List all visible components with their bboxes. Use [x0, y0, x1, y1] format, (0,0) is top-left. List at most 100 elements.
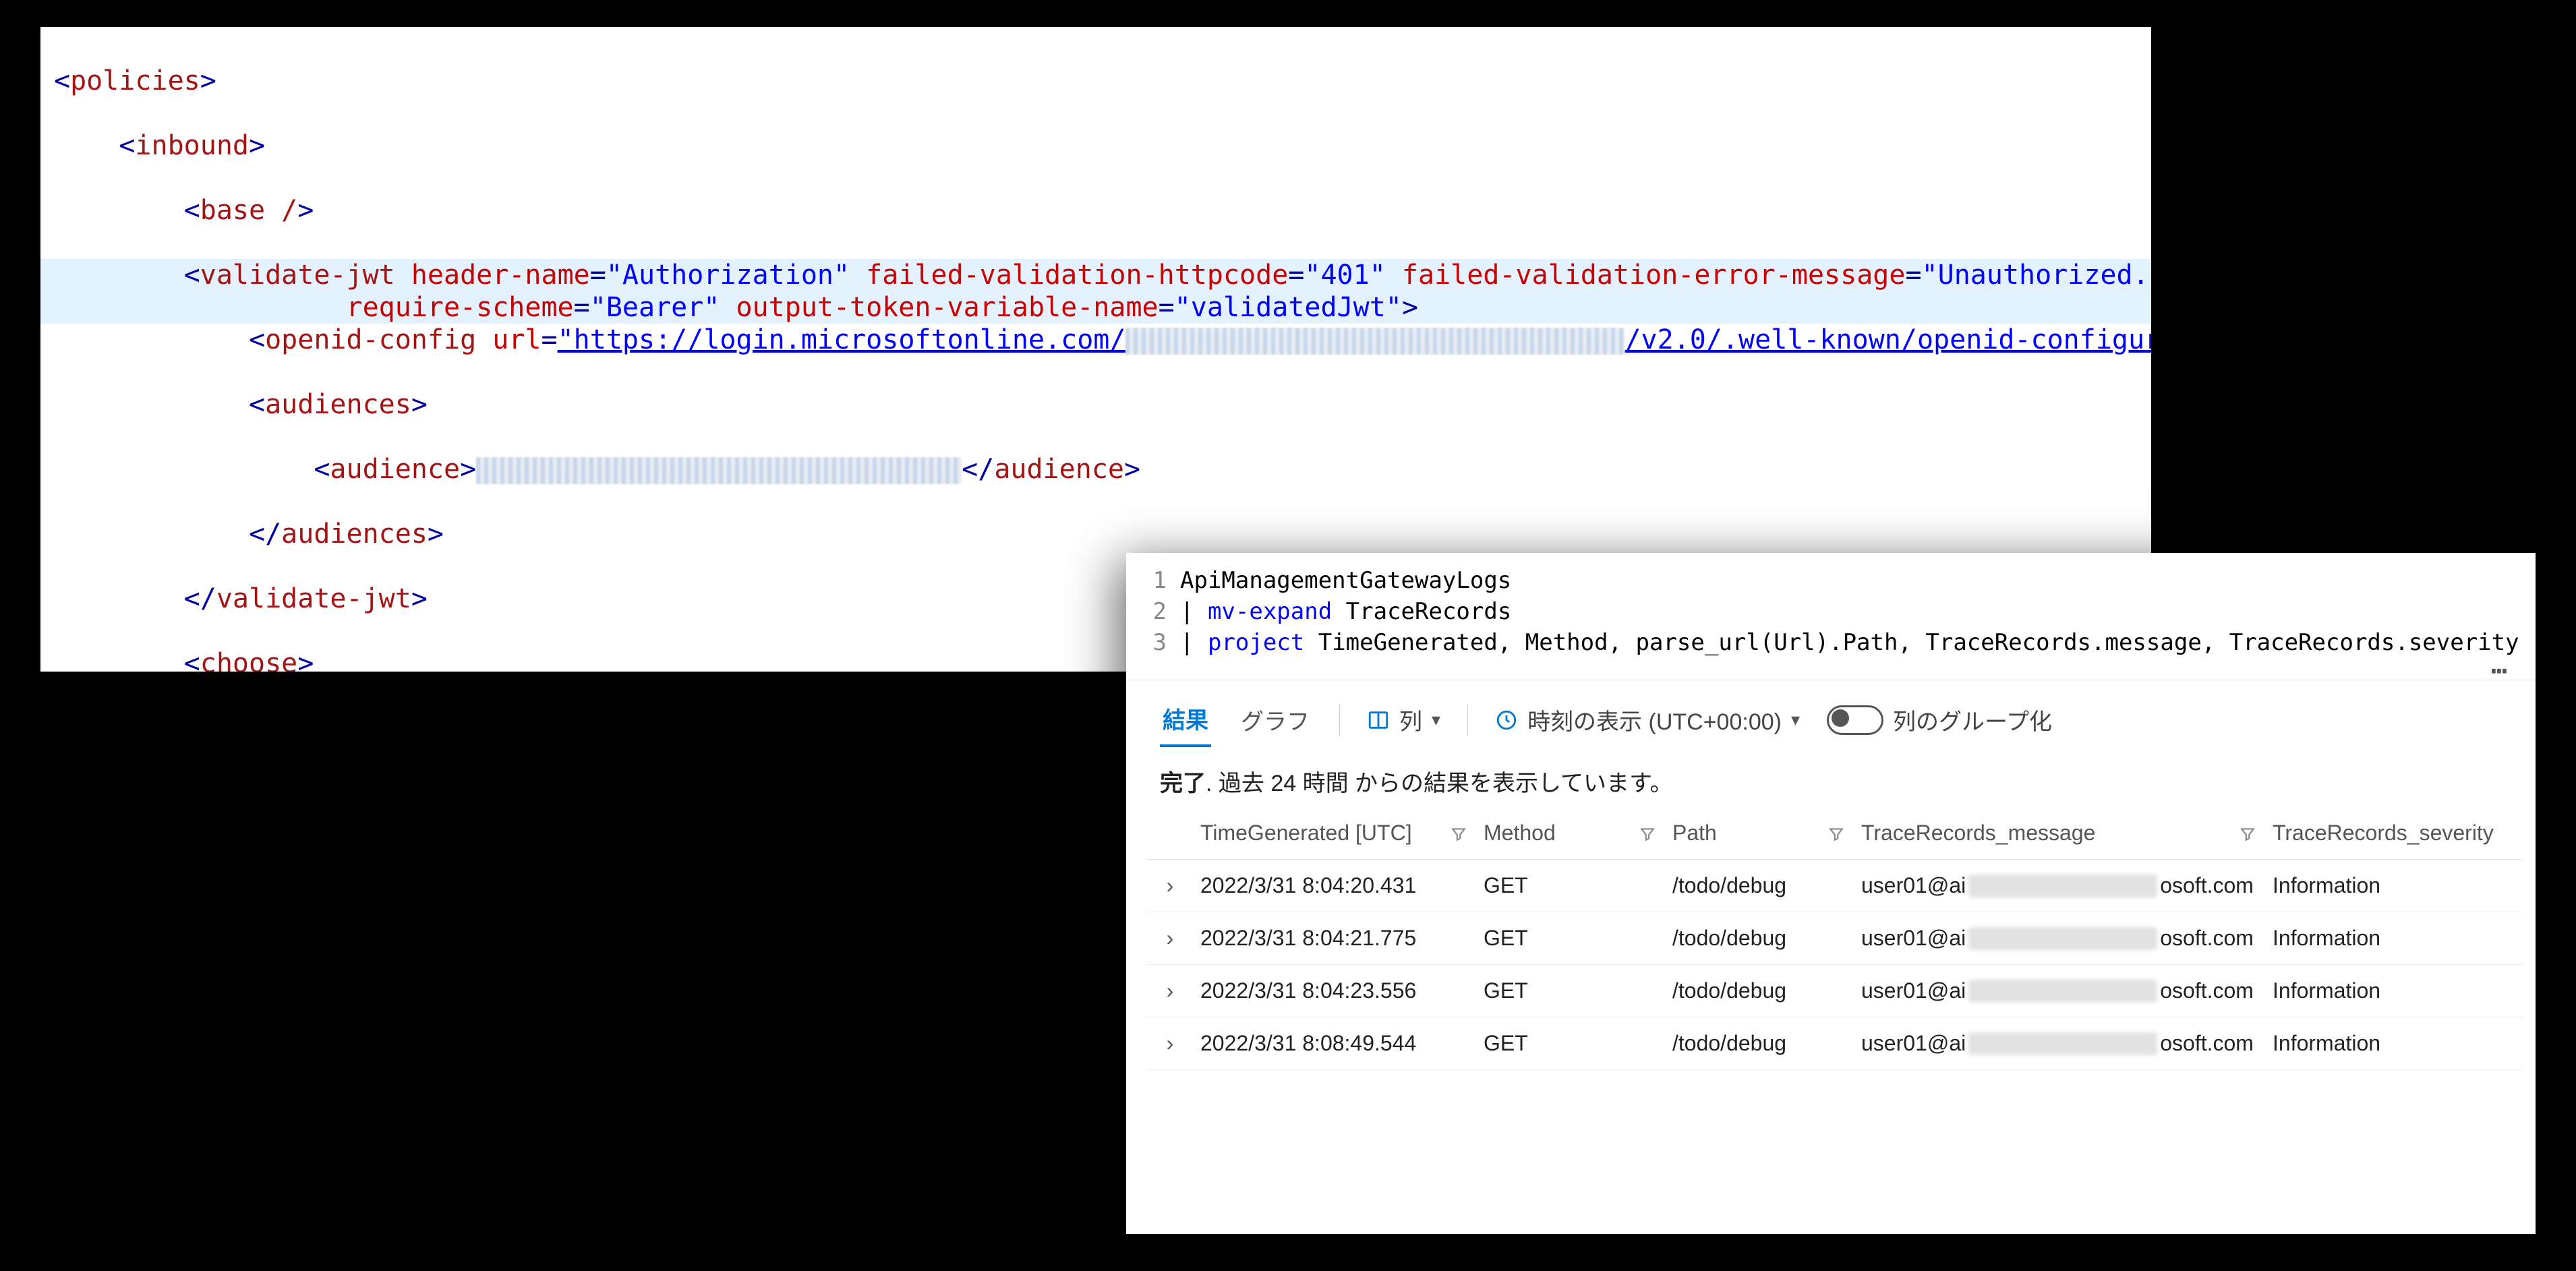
line-number: 3	[1126, 627, 1180, 658]
cell-severity: Information	[2266, 1017, 2522, 1070]
attr-failmsg: failed-validation-error-message	[1402, 260, 1906, 291]
cell-message: user01@aiosoft.com	[1854, 860, 2266, 912]
col-path[interactable]: Path	[1672, 821, 1717, 845]
cell-path: /todo/debug	[1666, 1017, 1854, 1070]
tag-validate-jwt-close: validate-jwt	[216, 583, 411, 614]
tag-audience-close: audience	[994, 454, 1124, 485]
attr-output-var: output-token-variable-name	[736, 292, 1158, 323]
val-openid-url-pre: "https://login.microsoftonline.com/	[558, 324, 1126, 355]
cell-path: /todo/debug	[1666, 860, 1854, 912]
chevron-down-icon: ▾	[1791, 709, 1800, 730]
tag-openid-config: openid-config	[265, 324, 476, 355]
cell-severity: Information	[2266, 965, 2522, 1017]
status-done: 完了	[1160, 771, 1206, 796]
redacted-domain	[1968, 927, 2157, 950]
query-pipe: |	[1180, 598, 1208, 625]
status-rest: . 過去 24 時間 からの結果を表示しています。	[1206, 771, 1673, 796]
line-number: 2	[1126, 596, 1180, 627]
kw-mv-expand: mv-expand	[1208, 598, 1332, 625]
redacted-domain	[1968, 980, 2157, 1003]
col-time[interactable]: TimeGenerated [UTC]	[1200, 821, 1412, 845]
col-severity[interactable]: TraceRecords_severity	[2273, 821, 2494, 845]
tag-validate-jwt: validate-jwt	[200, 260, 395, 291]
attr-require-scheme: require-scheme	[346, 292, 573, 323]
filter-icon[interactable]	[1827, 823, 1845, 848]
tag-choose-open: choose	[200, 648, 298, 672]
tab-results[interactable]: 結果	[1160, 692, 1211, 747]
toggle-icon	[1827, 705, 1883, 735]
cell-time: 2022/3/31 8:08:49.544	[1194, 1017, 1477, 1070]
tag-audiences-open: audiences	[265, 389, 411, 420]
redacted-audience	[476, 457, 962, 484]
separator	[1467, 705, 1468, 736]
attr-failcode: failed-validation-httpcode	[866, 260, 1288, 291]
col-message[interactable]: TraceRecords_message	[1861, 821, 2095, 845]
cell-time: 2022/3/31 8:04:20.431	[1194, 860, 1477, 912]
tag-inbound: inbound	[135, 130, 249, 161]
cell-method: GET	[1477, 860, 1666, 912]
results-grid: TimeGenerated [UTC] Method Path TraceRec…	[1126, 807, 2536, 1234]
separator	[1339, 705, 1340, 736]
val-header-name: "Authorization"	[606, 260, 850, 291]
cell-method: GET	[1477, 912, 1666, 965]
expand-row-icon[interactable]: ›	[1146, 912, 1194, 965]
query-pipe: |	[1180, 629, 1208, 656]
query-line-3-rest: TimeGenerated, Method, parse_url(Url).Pa…	[1304, 629, 2519, 656]
cell-path: /todo/debug	[1666, 965, 1854, 1017]
val-failcode: "401"	[1304, 260, 1385, 291]
cell-time: 2022/3/31 8:04:23.556	[1194, 965, 1477, 1017]
attr-openid-url: url	[492, 324, 541, 355]
filter-icon[interactable]	[1639, 823, 1656, 848]
val-failmsg: "Unauthorized. Access token	[1922, 260, 2151, 291]
cell-severity: Information	[2266, 860, 2522, 912]
columns-label: 列	[1399, 703, 1422, 736]
cell-path: /todo/debug	[1666, 912, 1854, 965]
tab-graph[interactable]: グラフ	[1238, 694, 1312, 746]
redacted-domain	[1968, 1032, 2157, 1055]
cell-method: GET	[1477, 1017, 1666, 1070]
table-row[interactable]: ›2022/3/31 8:08:49.544GET/todo/debuguser…	[1146, 1017, 2522, 1070]
tag-base: base /	[200, 195, 298, 226]
attr-header-name: header-name	[411, 260, 590, 291]
columns-icon	[1367, 709, 1390, 732]
filter-icon[interactable]	[2239, 823, 2256, 848]
log-analytics-panel: 1ApiManagementGatewayLogs 2| mv-expand T…	[1126, 553, 2536, 1234]
query-line-2-rest: TraceRecords	[1332, 598, 1511, 625]
redacted-domain	[1968, 875, 2157, 897]
group-columns-toggle[interactable]: 列のグループ化	[1827, 703, 2052, 736]
cell-message: user01@aiosoft.com	[1854, 912, 2266, 965]
cell-message: user01@aiosoft.com	[1854, 965, 2266, 1017]
col-method[interactable]: Method	[1484, 821, 1556, 845]
table-row[interactable]: ›2022/3/31 8:04:20.431GET/todo/debuguser…	[1146, 860, 2522, 912]
query-status: 完了. 過去 24 時間 からの結果を表示しています。	[1126, 747, 2536, 807]
tag-audiences-close: audiences	[281, 519, 428, 550]
group-columns-label: 列のグループ化	[1893, 703, 2052, 736]
query-line-1: ApiManagementGatewayLogs	[1180, 567, 1511, 594]
time-display-picker[interactable]: 時刻の表示 (UTC+00:00) ▾	[1495, 703, 1800, 736]
cell-severity: Information	[2266, 912, 2522, 965]
columns-picker[interactable]: 列 ▾	[1367, 703, 1440, 736]
redacted-tenant-id	[1125, 328, 1624, 355]
table-row[interactable]: ›2022/3/31 8:04:23.556GET/todo/debuguser…	[1146, 965, 2522, 1017]
cell-time: 2022/3/31 8:04:21.775	[1194, 912, 1477, 965]
kw-project: project	[1208, 629, 1304, 656]
more-menu-icon[interactable]: ┅	[2491, 656, 2515, 687]
line-number: 1	[1126, 565, 1180, 596]
kql-query-editor[interactable]: 1ApiManagementGatewayLogs 2| mv-expand T…	[1126, 553, 2536, 680]
chevron-down-icon: ▾	[1432, 709, 1440, 730]
table-row[interactable]: ›2022/3/31 8:04:21.775GET/todo/debuguser…	[1146, 912, 2522, 965]
cell-method: GET	[1477, 965, 1666, 1017]
clock-icon	[1495, 709, 1518, 732]
val-require-scheme: "Bearer"	[590, 292, 720, 323]
tag-audience-open: audience	[330, 454, 460, 485]
val-output-var: "validatedJwt"	[1175, 292, 1402, 323]
val-openid-url-post: /v2.0/.well-known/openid-configuration"	[1624, 324, 2151, 355]
results-toolbar: ┅ 結果 グラフ 列 ▾ 時刻の表示 (UTC+00:00) ▾ 列のグループ化	[1126, 680, 2536, 747]
time-display-label: 時刻の表示 (UTC+00:00)	[1527, 703, 1782, 736]
cell-message: user01@aiosoft.com	[1854, 1017, 2266, 1070]
expand-row-icon[interactable]: ›	[1146, 965, 1194, 1017]
tag-policies: policies	[70, 65, 200, 96]
expand-row-icon[interactable]: ›	[1146, 860, 1194, 912]
filter-icon[interactable]	[1450, 823, 1467, 848]
expand-row-icon[interactable]: ›	[1146, 1017, 1194, 1070]
